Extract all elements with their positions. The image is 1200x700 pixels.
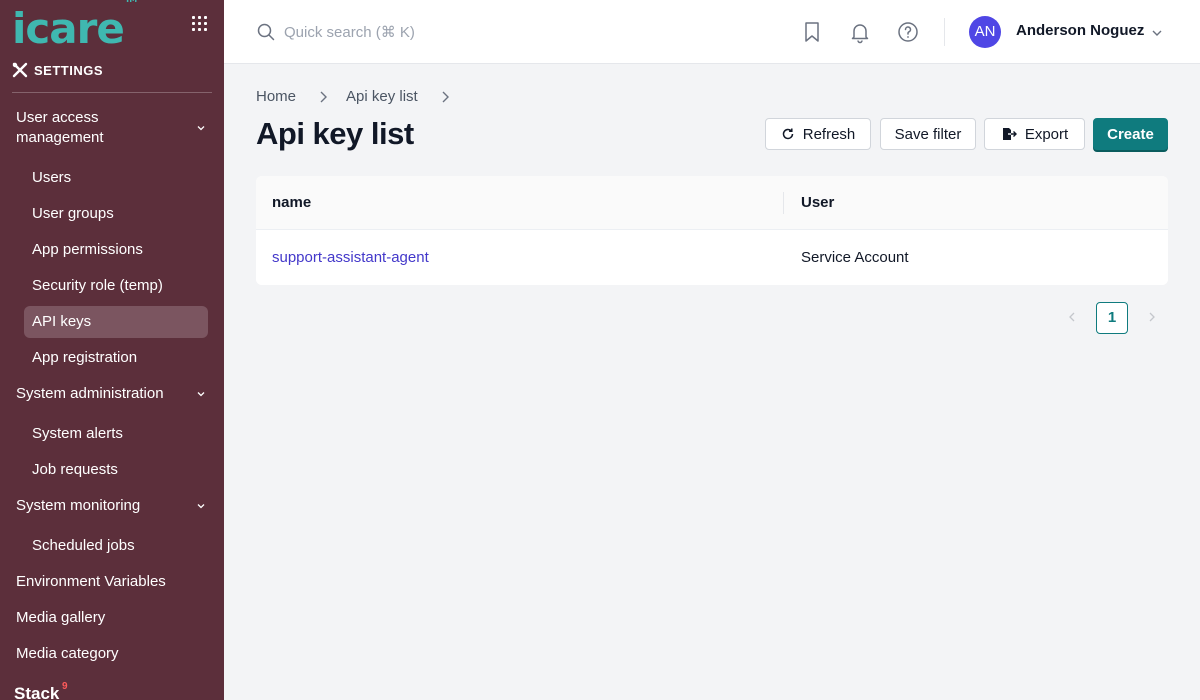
api-key-table: name User support-assistant-agent Servic… bbox=[256, 176, 1168, 285]
settings-header: SETTINGS bbox=[12, 62, 103, 78]
export-icon bbox=[1002, 128, 1017, 140]
stack-badge: 9 bbox=[62, 681, 68, 692]
sidebar-item-job-requests[interactable]: Job requests bbox=[24, 454, 208, 486]
chevron-down-icon[interactable] bbox=[1150, 26, 1164, 40]
quick-search-input[interactable] bbox=[284, 20, 584, 44]
sidebar-item-app-permissions[interactable]: App permissions bbox=[24, 234, 208, 266]
user-name[interactable]: Anderson Noguez bbox=[1016, 22, 1144, 39]
next-page-icon[interactable] bbox=[1145, 310, 1159, 324]
create-button[interactable]: Create bbox=[1093, 118, 1168, 150]
sidebar: icareTM SETTINGS User access management … bbox=[0, 0, 224, 700]
search-icon bbox=[257, 23, 275, 41]
app-grid-icon[interactable] bbox=[190, 14, 210, 34]
breadcrumb: Home Api key list bbox=[256, 88, 468, 105]
refresh-icon bbox=[782, 128, 793, 140]
avatar[interactable]: AN bbox=[969, 16, 1001, 48]
sidebar-item-app-registration[interactable]: App registration bbox=[24, 342, 208, 374]
sidebar-item-system-alerts[interactable]: System alerts bbox=[24, 418, 208, 450]
nav-group-label-line1: User access bbox=[16, 109, 99, 126]
sidebar-item-api-keys[interactable]: API keys bbox=[24, 306, 208, 338]
page-title: Api key list bbox=[256, 116, 414, 151]
stack-logo[interactable]: Stack 9 bbox=[14, 681, 68, 700]
bell-icon[interactable] bbox=[848, 20, 872, 44]
chevron-right-icon bbox=[320, 91, 328, 102]
nav-group-system-monitoring[interactable]: System monitoring bbox=[16, 496, 212, 516]
sidebar-item-scheduled-jobs[interactable]: Scheduled jobs bbox=[24, 530, 208, 562]
topbar-divider bbox=[944, 18, 945, 46]
sidebar-item-environment-variables[interactable]: Environment Variables bbox=[16, 572, 166, 592]
sidebar-item-users[interactable]: Users bbox=[24, 162, 208, 194]
column-header-user[interactable]: User bbox=[801, 176, 834, 230]
api-key-name-link[interactable]: support-assistant-agent bbox=[272, 230, 429, 285]
sidebar-divider bbox=[12, 92, 212, 93]
breadcrumb-home[interactable]: Home bbox=[256, 88, 296, 105]
column-header-name[interactable]: name bbox=[272, 176, 311, 230]
column-divider bbox=[783, 192, 784, 214]
breadcrumb-api-key-list[interactable]: Api key list bbox=[346, 88, 418, 105]
prev-page-icon[interactable] bbox=[1065, 310, 1079, 324]
nav-group-system-administration[interactable]: System administration bbox=[16, 384, 212, 404]
sidebar-item-security-role[interactable]: Security role (temp) bbox=[24, 270, 208, 302]
export-button[interactable]: Export bbox=[984, 118, 1085, 150]
api-key-user: Service Account bbox=[801, 249, 909, 266]
chevron-down-icon bbox=[197, 504, 205, 509]
table-row[interactable]: support-assistant-agent Service Account bbox=[256, 230, 1168, 285]
sidebar-item-user-groups[interactable]: User groups bbox=[24, 198, 208, 230]
sidebar-item-media-category[interactable]: Media category bbox=[16, 644, 119, 664]
app-logo[interactable]: icareTM bbox=[12, 0, 137, 51]
tools-icon bbox=[12, 62, 28, 78]
top-bar: AN Anderson Noguez bbox=[224, 0, 1200, 64]
chevron-down-icon bbox=[197, 126, 205, 131]
chevron-right-icon bbox=[442, 91, 449, 102]
nav-group-user-access-management[interactable]: User access management bbox=[16, 108, 212, 148]
page-number-button[interactable]: 1 bbox=[1096, 302, 1128, 334]
sidebar-item-media-gallery[interactable]: Media gallery bbox=[16, 608, 105, 628]
bookmark-icon[interactable] bbox=[800, 20, 824, 44]
save-filter-button[interactable]: Save filter bbox=[880, 118, 976, 150]
chevron-down-icon bbox=[197, 392, 205, 397]
nav-group-label-line2: management bbox=[16, 129, 104, 146]
help-icon[interactable] bbox=[896, 20, 920, 44]
table-header: name User bbox=[256, 176, 1168, 230]
refresh-button[interactable]: Refresh bbox=[765, 118, 871, 150]
